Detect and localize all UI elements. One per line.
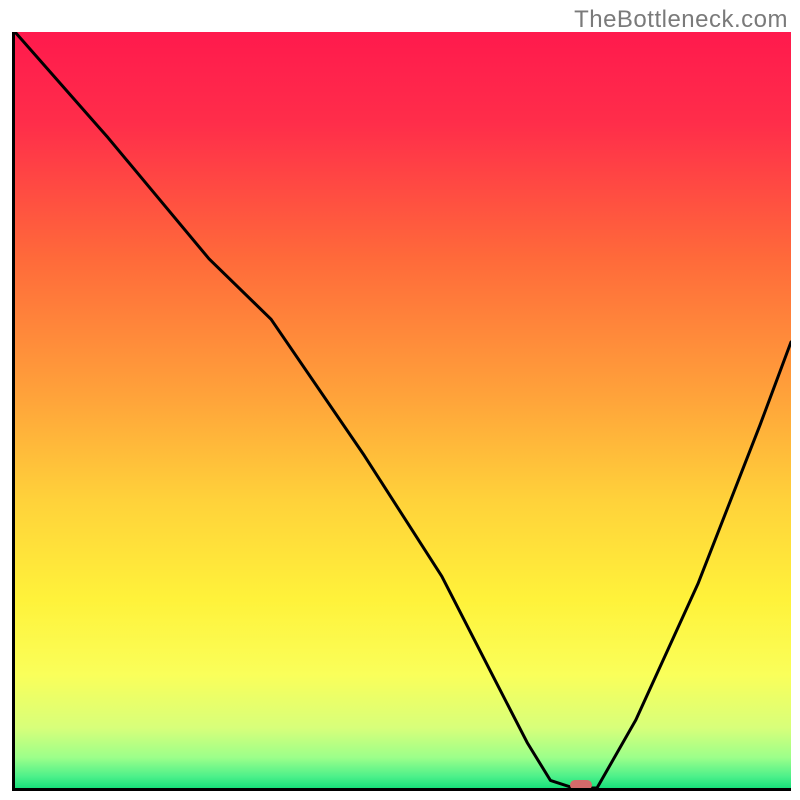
watermark-text: TheBottleneck.com (574, 6, 788, 34)
plot-area (12, 32, 791, 791)
chart-container: TheBottleneck.com (0, 0, 800, 800)
bottleneck-curve (15, 32, 791, 788)
optimum-marker (570, 780, 592, 790)
